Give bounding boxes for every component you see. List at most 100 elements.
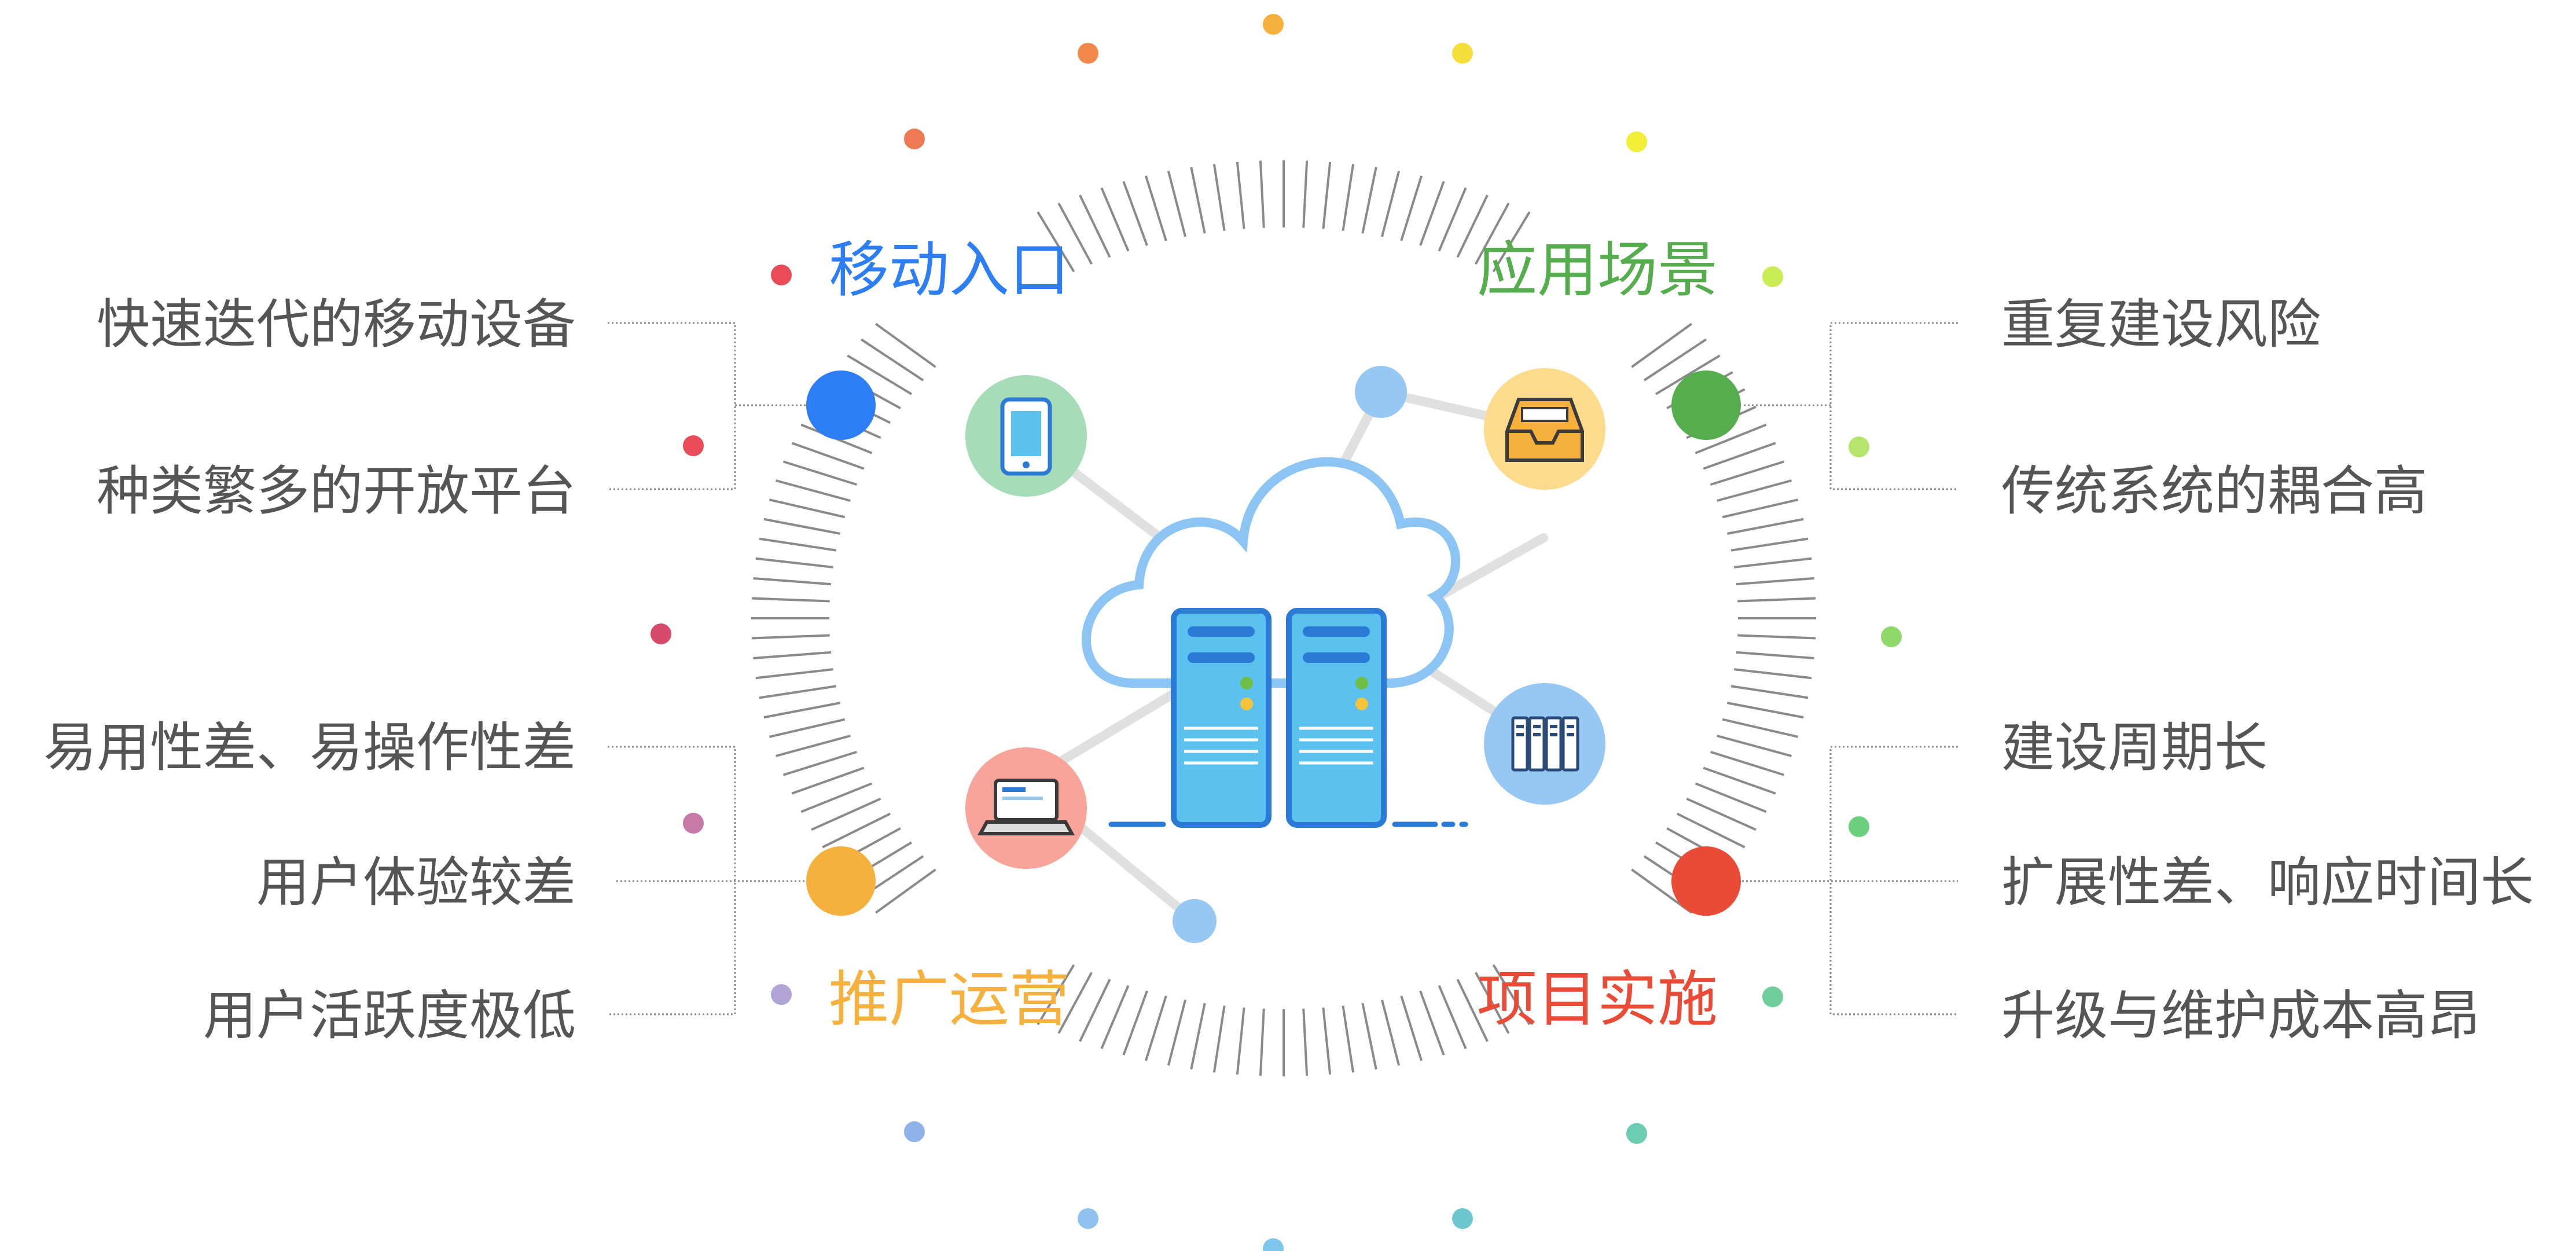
ring-tick: [1100, 187, 1130, 252]
point-impl-1: 建设周期长: [2001, 717, 2268, 779]
ring-tick: [763, 518, 840, 535]
ring-tick: [1703, 766, 1776, 795]
ring-tick: [759, 537, 837, 552]
point-scene-1: 重复建设风险: [2001, 294, 2321, 355]
server-left: [1171, 608, 1272, 828]
ring-tick: [1710, 460, 1785, 486]
ring-tick: [1100, 985, 1130, 1050]
ring-tick: [1730, 537, 1809, 552]
ring-tick: [769, 498, 846, 519]
ring-tick: [782, 460, 857, 486]
ring-tick: [1342, 164, 1355, 231]
ring-tick: [1438, 985, 1467, 1050]
marker-scene: [1671, 370, 1741, 440]
decorative-dot: [771, 265, 792, 285]
decorative-dot: [904, 1121, 925, 1142]
ring-tick: [1736, 651, 1814, 659]
server-right: [1286, 608, 1387, 828]
marker-mobile: [806, 370, 876, 440]
quadrant-title-mobile: 移动入口: [829, 234, 1070, 305]
ring-tick: [1144, 175, 1167, 241]
ring-tick: [875, 322, 936, 368]
ring-tick: [1717, 479, 1792, 502]
decorative-dot: [771, 984, 792, 1005]
decorative-dot: [1078, 1208, 1098, 1229]
decorative-dot: [904, 129, 925, 149]
decorative-dot: [1626, 1123, 1647, 1144]
decorative-dot: [1263, 1238, 1284, 1251]
ring-tick: [822, 812, 891, 849]
ring-tick: [875, 868, 936, 914]
ring-tick: [1734, 668, 1812, 680]
ring-tick: [1190, 167, 1206, 234]
ring-tick: [1734, 557, 1812, 568]
ring-tick: [1361, 167, 1377, 234]
ring-tick: [755, 668, 833, 680]
ring-tick: [1342, 1006, 1355, 1073]
point-impl-2: 扩展性差、响应时间长: [2001, 852, 2534, 914]
ring-tick: [759, 685, 837, 699]
ring-tick: [1302, 160, 1309, 228]
ring-tick: [753, 577, 832, 586]
ring-tick: [769, 718, 846, 738]
laptop-icon: [965, 747, 1087, 869]
ring-tick: [1302, 1008, 1309, 1076]
ring-tick: [1722, 498, 1799, 519]
ring-tick: [1212, 164, 1226, 231]
point-mobile-1: 快速迭代的移动设备: [97, 294, 576, 355]
ring-tick: [1710, 750, 1785, 776]
point-mobile-2: 种类繁多的开放平台: [97, 460, 576, 522]
ring-tick: [1236, 1007, 1245, 1075]
server-rack-icon: [1484, 683, 1605, 805]
ring-tick: [1079, 195, 1111, 258]
decorative-dot: [1452, 1208, 1473, 1229]
decorative-dot: [1452, 43, 1473, 64]
quadrant-title-ops: 推广运营: [829, 964, 1070, 1034]
ring-tick: [1190, 1003, 1206, 1070]
inbox-tray-icon: [1484, 368, 1605, 490]
ring-tick: [1737, 634, 1816, 640]
ring-tick: [1380, 171, 1401, 237]
ring-tick: [776, 479, 851, 502]
ring-tick: [1419, 990, 1445, 1056]
decorative-dot: [1762, 986, 1783, 1007]
decorative-dot: [1626, 131, 1647, 152]
ring-tick: [1717, 735, 1792, 757]
ring-tick: [1730, 685, 1809, 699]
ring-tick: [1727, 702, 1804, 719]
ring-tick: [1676, 812, 1745, 849]
ring-tick: [1419, 181, 1445, 246]
ring-tick: [1167, 171, 1187, 237]
ring-tick: [1727, 518, 1804, 535]
point-impl-3: 升级与维护成本高昂: [2001, 985, 2481, 1047]
point-ops-2: 用户体验较差: [256, 852, 576, 914]
ring-tick: [791, 766, 865, 795]
decorative-dot: [1881, 626, 1902, 647]
ring-tick: [751, 634, 830, 640]
point-ops-1: 易用性差、易操作性差: [43, 717, 576, 779]
network-node: [1173, 899, 1217, 943]
decorative-dot: [1078, 43, 1098, 64]
decorative-dot: [683, 813, 704, 834]
ring-tick: [1380, 999, 1401, 1066]
ring-tick: [751, 597, 830, 603]
ring-tick: [753, 651, 832, 659]
ring-tick: [1322, 1007, 1332, 1075]
decorative-dot: [1849, 816, 1869, 837]
ring-tick: [1722, 718, 1799, 738]
ring-tick: [861, 338, 924, 381]
ring-tick: [1122, 181, 1148, 246]
tablet-icon: [965, 375, 1087, 497]
ring-tick: [1703, 442, 1776, 470]
network-node: [1355, 366, 1407, 418]
ring-tick: [1259, 1008, 1265, 1076]
ring-tick: [1122, 990, 1148, 1056]
decorative-dot: [651, 623, 671, 644]
ring-tick: [763, 702, 840, 719]
ring-tick: [791, 442, 865, 470]
ring-tick: [1259, 160, 1265, 228]
point-scene-2: 传统系统的耦合高: [2001, 460, 2427, 522]
quadrant-title-scene: 应用场景: [1477, 234, 1718, 305]
ring-tick: [776, 735, 851, 757]
ring-tick: [1167, 999, 1187, 1066]
